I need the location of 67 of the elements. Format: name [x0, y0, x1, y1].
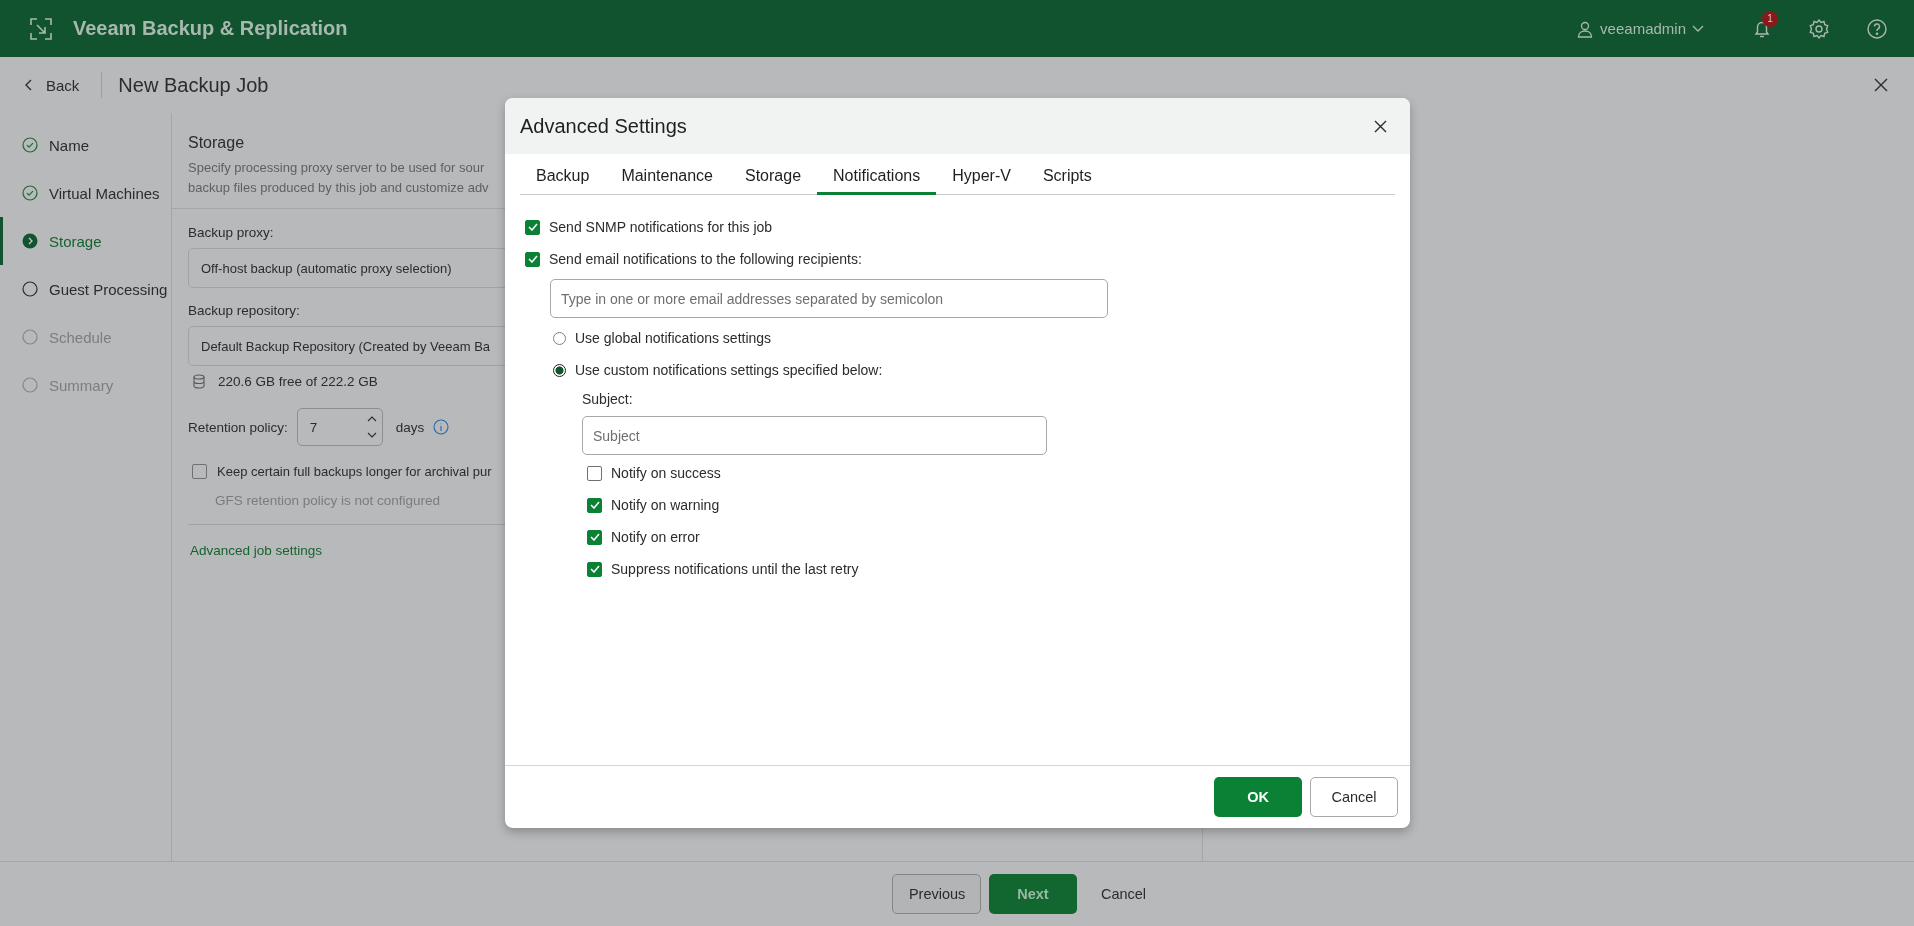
tab[interactable]: Backup — [520, 154, 606, 195]
tab[interactable]: Notifications — [817, 154, 937, 195]
circle-icon — [22, 329, 38, 345]
section-heading: Storage — [188, 134, 245, 152]
chevron-left-icon — [24, 79, 32, 91]
checkbox[interactable] — [192, 464, 207, 479]
checkbox[interactable] — [587, 529, 602, 545]
info-icon[interactable] — [433, 419, 450, 435]
logo-icon — [29, 16, 53, 41]
checkbox-label: Suppress notifications until the last retry — [611, 561, 859, 577]
wizard-step[interactable]: Virtual Machines — [0, 169, 171, 217]
checkbox-label: Keep certain full backups longer for archival pur — [217, 464, 492, 479]
app-title: Veeam Backup & Replication — [73, 17, 348, 40]
checkbox[interactable] — [587, 465, 602, 481]
arrow-circle-icon — [22, 233, 38, 249]
help-icon[interactable] — [1866, 17, 1888, 40]
section-description: backup files produced by this job and customize adv — [188, 179, 489, 197]
wizard-step[interactable]: Guest Processing — [0, 265, 171, 313]
close-icon[interactable] — [1374, 119, 1387, 133]
tab[interactable]: Storage — [729, 154, 818, 195]
tab[interactable]: Scripts — [1026, 154, 1108, 195]
checkbox-label: Send SNMP notifications for this job — [549, 219, 773, 235]
checkbox[interactable] — [587, 561, 602, 577]
gfs-note: GFS retention policy is not configured — [215, 493, 441, 508]
chevron-icon — [1692, 24, 1704, 33]
circle-icon — [22, 377, 38, 393]
unit-label: days — [395, 419, 425, 435]
database-icon — [193, 373, 205, 389]
section-description: Specify processing proxy server to be used for sour — [188, 159, 485, 177]
radio-button[interactable] — [553, 331, 566, 345]
checkbox[interactable] — [587, 497, 602, 513]
user-icon — [1576, 19, 1595, 38]
field-label: Backup proxy: — [188, 225, 274, 240]
check-circle-icon — [22, 185, 38, 201]
back-button[interactable]: Back — [24, 72, 103, 98]
radio-button[interactable] — [553, 363, 566, 377]
advanced-settings-link[interactable]: Advanced job settings — [190, 543, 323, 558]
tab[interactable]: Maintenance — [605, 154, 729, 195]
checkbox-label: Notify on warning — [611, 497, 720, 513]
check-circle-icon — [22, 137, 38, 153]
subject-field[interactable]: Subject — [582, 416, 1047, 455]
free-space-text: 220.6 GB free of 222.2 GB — [218, 373, 378, 389]
wizard-title: New Backup Job — [118, 73, 270, 97]
radio-label: Use global notifications settings — [575, 330, 772, 346]
field-label: Retention policy: — [188, 419, 288, 435]
ok-button[interactable]: OK — [1214, 777, 1302, 817]
notification-badge: 1 — [1762, 10, 1778, 27]
recipients-field[interactable]: Type in one or more email addresses separated by semicolon — [550, 279, 1108, 318]
tab[interactable]: Hyper-V — [936, 154, 1027, 195]
checkbox[interactable] — [525, 251, 540, 267]
spinner-arrows-icon — [366, 415, 377, 439]
cancel-button[interactable]: Cancel — [1084, 874, 1163, 914]
dialog-title: Advanced Settings — [520, 114, 687, 138]
checkbox-label: Notify on success — [611, 465, 721, 481]
retention-spinner[interactable]: 7 — [296, 408, 383, 446]
previous-button[interactable]: Previous — [891, 874, 981, 914]
wizard-step[interactable]: Name — [0, 121, 171, 169]
wizard-step[interactable]: Storage — [0, 217, 171, 265]
field-label: Backup repository: — [188, 303, 300, 318]
circle-icon — [22, 281, 38, 297]
settings-icon[interactable] — [1808, 17, 1830, 40]
user-menu[interactable]: veeamadmin — [1576, 19, 1704, 38]
checkbox[interactable] — [525, 219, 540, 235]
close-icon[interactable] — [1874, 78, 1888, 92]
field-label: Subject: — [582, 390, 634, 409]
checkbox-label: Notify on error — [611, 529, 700, 545]
cancel-button[interactable]: Cancel — [1310, 777, 1398, 817]
